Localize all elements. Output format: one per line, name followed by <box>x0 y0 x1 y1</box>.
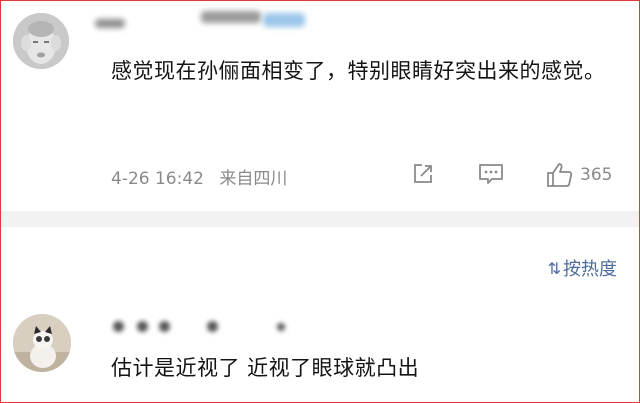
share-icon <box>414 164 432 183</box>
username-blurred[interactable] <box>95 19 125 28</box>
avatar-image <box>13 314 71 372</box>
comment-meta: 4-26 16:42 来自四川 <box>111 164 287 189</box>
avatar[interactable] <box>13 314 71 372</box>
username-blurred[interactable] <box>201 11 261 23</box>
username-blurred[interactable] <box>207 321 218 332</box>
comment-timestamp: 4-26 16:42 <box>111 169 204 189</box>
comment-location: 来自四川 <box>219 169 288 189</box>
sort-icon: ⇅ <box>547 258 561 278</box>
sort-by-hot-button[interactable]: ⇅ 按热度 <box>548 255 617 281</box>
username-blurred[interactable] <box>277 323 285 331</box>
avatar-image <box>13 13 69 69</box>
section-divider <box>1 211 639 227</box>
reply-button[interactable] <box>478 162 504 186</box>
comment-text: 估计是近视了 近视了眼球就凸出 <box>111 356 420 380</box>
user-badge-blurred <box>263 13 305 27</box>
comment-panel: 感觉现在孙俪面相变了，特别眼睛好突出来的感觉。 4-26 16:42 来自四川 … <box>0 0 640 403</box>
username-blurred[interactable] <box>159 321 170 332</box>
avatar[interactable] <box>13 13 69 69</box>
username-blurred[interactable] <box>137 321 148 332</box>
sort-label: 按热度 <box>563 259 617 280</box>
comment-text: 感觉现在孙俪面相变了，特别眼睛好突出来的感觉。 <box>111 59 606 83</box>
like-count: 365 <box>580 165 613 185</box>
username-blurred[interactable] <box>113 321 124 332</box>
like-button[interactable]: 365 <box>546 162 612 188</box>
share-button[interactable] <box>411 162 435 186</box>
thumbs-up-icon <box>547 163 573 187</box>
comment-icon <box>479 164 503 184</box>
